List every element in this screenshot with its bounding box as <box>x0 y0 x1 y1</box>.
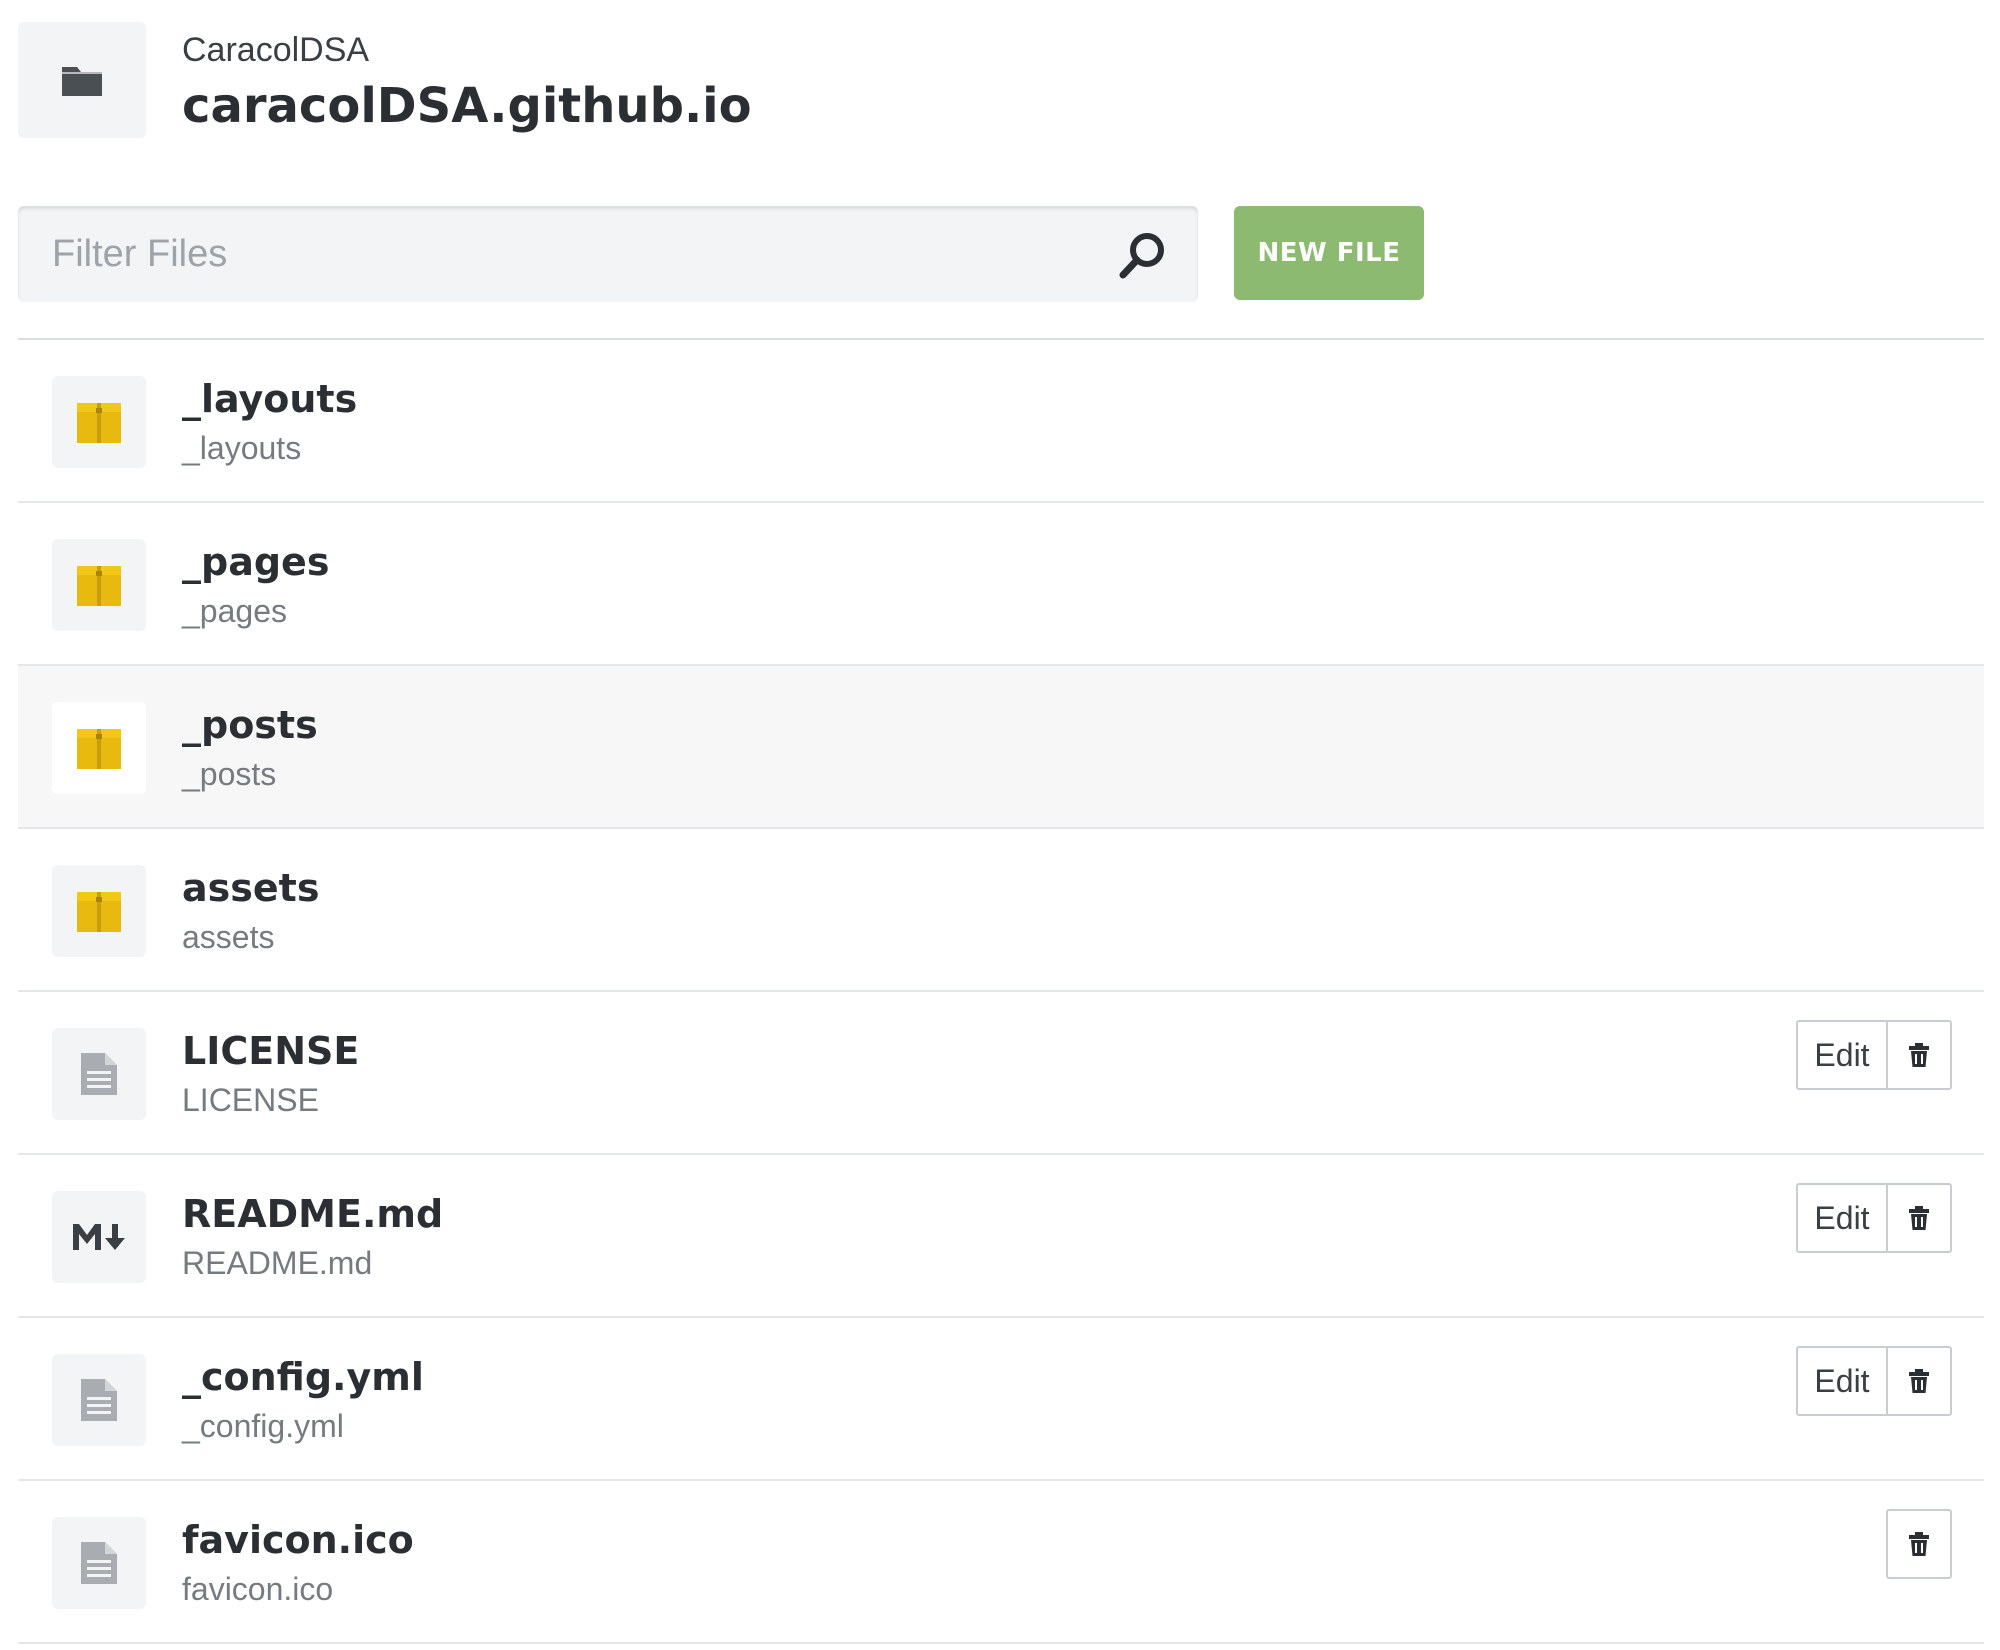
trash-icon <box>1909 1532 1929 1556</box>
file-path: favicon.ico <box>182 1571 334 1607</box>
file-path: _pages <box>182 593 287 629</box>
row-icon-box <box>52 1517 146 1609</box>
file-path: LICENSE <box>182 1082 319 1118</box>
file-actions <box>1886 1509 1952 1579</box>
filter-box <box>18 206 1198 302</box>
delete-button[interactable] <box>1886 1346 1952 1416</box>
file-row[interactable]: README.md README.md Edit <box>18 1155 1984 1318</box>
folder-icon <box>62 67 102 96</box>
file-name[interactable]: _posts <box>182 700 318 750</box>
edit-button[interactable]: Edit <box>1796 1346 1888 1416</box>
row-icon-box <box>52 1028 146 1120</box>
file-name[interactable]: assets <box>182 863 319 913</box>
repo-owner[interactable]: CaracolDSA <box>182 28 1082 72</box>
row-icon-box <box>52 539 146 631</box>
filter-files-input[interactable] <box>52 206 1092 302</box>
delete-button[interactable] <box>1886 1020 1952 1090</box>
folder-icon <box>77 729 121 769</box>
row-icon-box <box>52 1354 146 1446</box>
edit-button[interactable]: Edit <box>1796 1183 1888 1253</box>
markdown-icon <box>73 1224 125 1250</box>
delete-button[interactable] <box>1886 1183 1952 1253</box>
filter-row: NEW FILE <box>18 206 1428 302</box>
folder-icon <box>77 892 121 932</box>
repo-titles: CaracolDSA caracolDSA.github.io <box>182 28 1082 138</box>
delete-button[interactable] <box>1886 1509 1952 1579</box>
file-path: _posts <box>182 756 277 792</box>
row-icon-box <box>52 376 146 468</box>
file-row[interactable]: favicon.ico favicon.ico <box>18 1481 1984 1644</box>
folder-icon <box>77 566 121 606</box>
repo-name: caracolDSA.github.io <box>182 78 752 134</box>
file-name[interactable]: LICENSE <box>182 1026 359 1076</box>
file-path: _config.yml <box>182 1408 344 1444</box>
file-list: _layouts _layouts _pages _pages _posts _pos… <box>18 338 1984 1644</box>
file-path: assets <box>182 919 275 955</box>
file-actions: Edit <box>1796 1020 1952 1090</box>
row-icon-box <box>52 1191 146 1283</box>
new-file-button[interactable]: NEW FILE <box>1234 206 1424 300</box>
folder-row[interactable]: _layouts _layouts <box>18 340 1984 503</box>
file-actions: Edit <box>1796 1183 1952 1253</box>
folder-icon <box>77 403 121 443</box>
document-icon <box>81 1053 117 1095</box>
file-name[interactable]: favicon.ico <box>182 1515 414 1565</box>
file-name[interactable]: _config.yml <box>182 1352 424 1402</box>
file-name[interactable]: _pages <box>182 537 329 587</box>
repo-icon-box <box>18 22 146 138</box>
folder-row[interactable]: _posts _posts <box>18 666 1984 829</box>
file-name[interactable]: README.md <box>182 1189 443 1239</box>
trash-icon <box>1909 1043 1929 1067</box>
file-browser-page: CaracolDSA caracolDSA.github.io NEW FILE… <box>0 0 2000 1650</box>
search-icon[interactable] <box>1116 228 1170 282</box>
folder-row[interactable]: _pages _pages <box>18 503 1984 666</box>
file-path: _layouts <box>182 430 302 466</box>
file-row[interactable]: LICENSE LICENSE Edit <box>18 992 1984 1155</box>
file-path: README.md <box>182 1245 373 1281</box>
repo-header: CaracolDSA caracolDSA.github.io <box>18 22 752 138</box>
file-row[interactable]: _config.yml _config.yml Edit <box>18 1318 1984 1481</box>
edit-button[interactable]: Edit <box>1796 1020 1888 1090</box>
row-icon-box <box>52 865 146 957</box>
folder-row[interactable]: assets assets <box>18 829 1984 992</box>
row-icon-box <box>52 702 146 794</box>
file-actions: Edit <box>1796 1346 1952 1416</box>
trash-icon <box>1909 1369 1929 1393</box>
file-name[interactable]: _layouts <box>182 374 357 424</box>
document-icon <box>81 1542 117 1584</box>
document-icon <box>81 1379 117 1421</box>
trash-icon <box>1909 1206 1929 1230</box>
